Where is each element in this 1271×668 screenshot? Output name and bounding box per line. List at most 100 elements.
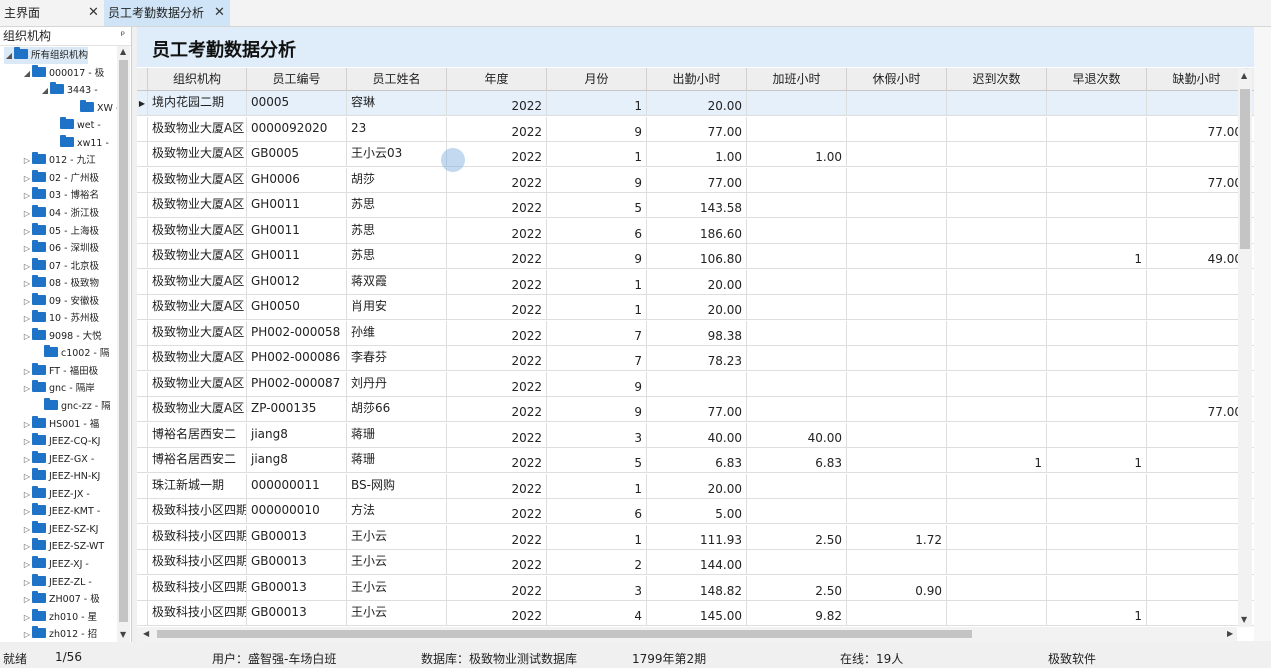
table-cell[interactable]: 186.60 [647, 218, 747, 244]
tree-item[interactable]: ▷ zh012 - 招 [22, 626, 97, 642]
tree-item[interactable]: ◢ 3443 - [40, 82, 98, 99]
table-cell[interactable]: 23 [347, 116, 447, 142]
column-header[interactable]: 早退次数 [1047, 68, 1147, 90]
tree-item[interactable]: XW - [70, 99, 119, 117]
table-cell[interactable] [847, 550, 947, 575]
table-cell[interactable]: 2022 [447, 346, 547, 371]
table-cell[interactable]: 5 [547, 448, 647, 473]
table-cell[interactable]: 王小云 [347, 524, 447, 550]
table-row[interactable]: 极致科技小区四期 GB00013 王小云 2022 2 144.00 [137, 550, 1254, 575]
table-cell[interactable]: ZP-000135 [247, 397, 347, 422]
table-cell[interactable]: 王小云03 [347, 142, 447, 167]
table-cell[interactable] [947, 142, 1047, 167]
table-cell[interactable] [947, 193, 1047, 218]
column-header[interactable]: 员工姓名 [347, 68, 447, 90]
table-cell[interactable]: 2022 [447, 448, 547, 473]
table-cell[interactable]: PH002-000086 [247, 346, 347, 371]
table-cell[interactable]: 77.00 [647, 116, 747, 142]
table-cell[interactable]: 6 [547, 499, 647, 524]
table-cell[interactable] [847, 448, 947, 473]
expand-arrow-icon[interactable]: ▷ [22, 293, 32, 310]
table-cell[interactable]: 胡莎 [347, 167, 447, 193]
table-cell[interactable]: 2022 [447, 473, 547, 499]
table-row[interactable]: 极致物业大厦A区 PH002-000086 李春芬 2022 7 78.23 [137, 346, 1254, 371]
table-cell[interactable] [947, 295, 1047, 320]
table-cell[interactable] [747, 91, 847, 116]
table-cell[interactable]: 78.23 [647, 346, 747, 371]
table-cell[interactable] [1147, 193, 1247, 218]
expand-arrow-icon[interactable]: ▷ [22, 451, 32, 468]
expand-arrow-icon[interactable]: ▷ [22, 363, 32, 380]
table-cell[interactable] [847, 295, 947, 320]
row-selector[interactable] [137, 601, 148, 626]
tree-item[interactable]: ▷ JEEZ-SZ-WT [22, 538, 104, 555]
tree-item[interactable]: ▷ JEEZ-HN-KJ [22, 468, 100, 485]
tab-attendance-analysis[interactable]: 员工考勤数据分析 ✕ [104, 0, 230, 26]
table-cell[interactable] [847, 91, 947, 116]
table-cell[interactable]: 77.00 [1147, 397, 1247, 422]
table-cell[interactable]: 王小云 [347, 550, 447, 575]
row-selector[interactable] [137, 448, 148, 473]
table-cell[interactable] [947, 601, 1047, 626]
table-cell[interactable]: GB00013 [247, 550, 347, 575]
tree-item[interactable]: ▷ JEEZ-GX - [22, 450, 94, 468]
tree-item[interactable]: ▷ gnc - 隔岸 [22, 380, 95, 397]
tree-item[interactable]: ▷ FT - 福田极 [22, 362, 98, 380]
table-cell[interactable] [1147, 320, 1247, 346]
table-cell[interactable]: 40.00 [747, 422, 847, 448]
table-cell[interactable] [1147, 499, 1247, 524]
table-cell[interactable]: 9 [547, 397, 647, 422]
table-cell[interactable]: PH002-000058 [247, 320, 347, 346]
table-cell[interactable]: 极致物业大厦A区 [148, 218, 247, 244]
table-cell[interactable]: 2 [547, 550, 647, 575]
table-cell[interactable] [847, 371, 947, 397]
table-cell[interactable]: jiang8 [247, 448, 347, 473]
table-cell[interactable]: 6.83 [647, 448, 747, 473]
table-cell[interactable] [1047, 371, 1147, 397]
table-cell[interactable] [847, 244, 947, 269]
table-cell[interactable] [1147, 269, 1247, 295]
table-cell[interactable] [747, 269, 847, 295]
table-cell[interactable]: 1 [1047, 244, 1147, 269]
tree-item[interactable]: ▷ 05 - 上海极 [22, 222, 99, 240]
table-cell[interactable] [647, 371, 747, 397]
table-cell[interactable] [847, 320, 947, 346]
table-cell[interactable]: 极致物业大厦A区 [148, 142, 247, 167]
column-header[interactable]: 迟到次数 [947, 68, 1047, 90]
table-cell[interactable] [947, 473, 1047, 499]
scroll-right-icon[interactable]: ▶ [1227, 629, 1233, 638]
table-cell[interactable]: 2022 [447, 397, 547, 422]
row-selector[interactable] [137, 116, 148, 142]
expand-arrow-icon[interactable]: ◢ [22, 65, 32, 82]
table-cell[interactable]: 1 [547, 473, 647, 499]
grid-hscroll-thumb[interactable] [157, 630, 972, 638]
expand-arrow-icon[interactable]: ▷ [22, 591, 32, 608]
row-selector[interactable] [137, 550, 148, 575]
expand-arrow-icon[interactable]: ▷ [22, 328, 32, 345]
table-cell[interactable]: GH0006 [247, 167, 347, 193]
current-row-icon[interactable]: ▶ [137, 91, 148, 116]
table-cell[interactable]: 1.00 [747, 142, 847, 167]
table-cell[interactable]: 5 [547, 193, 647, 218]
table-cell[interactable] [1047, 295, 1147, 320]
table-cell[interactable]: 20.00 [647, 473, 747, 499]
tree-item[interactable]: wet - [50, 117, 101, 134]
table-cell[interactable]: 极致物业大厦A区 [148, 116, 247, 142]
table-cell[interactable]: 2022 [447, 269, 547, 295]
tree-item[interactable]: ▷ zh010 - 星 [22, 608, 97, 626]
row-selector[interactable] [137, 320, 148, 346]
tree-item[interactable]: xw11 - [50, 134, 109, 152]
tree-item[interactable]: ▷ JEEZ-ZL - [22, 573, 92, 591]
table-cell[interactable] [1047, 499, 1147, 524]
expand-arrow-icon[interactable]: ▷ [22, 433, 32, 450]
table-cell[interactable]: 2022 [447, 295, 547, 320]
table-cell[interactable]: 王小云 [347, 575, 447, 601]
table-cell[interactable]: 143.58 [647, 193, 747, 218]
table-cell[interactable]: 49.00 [1147, 244, 1247, 269]
expand-arrow-icon[interactable]: ▷ [22, 380, 32, 397]
table-cell[interactable]: 2022 [447, 422, 547, 448]
table-cell[interactable] [1047, 422, 1147, 448]
table-cell[interactable] [1047, 524, 1147, 550]
tree-item[interactable]: ▷ JEEZ-SZ-KJ [22, 520, 98, 538]
table-cell[interactable]: jiang8 [247, 422, 347, 448]
